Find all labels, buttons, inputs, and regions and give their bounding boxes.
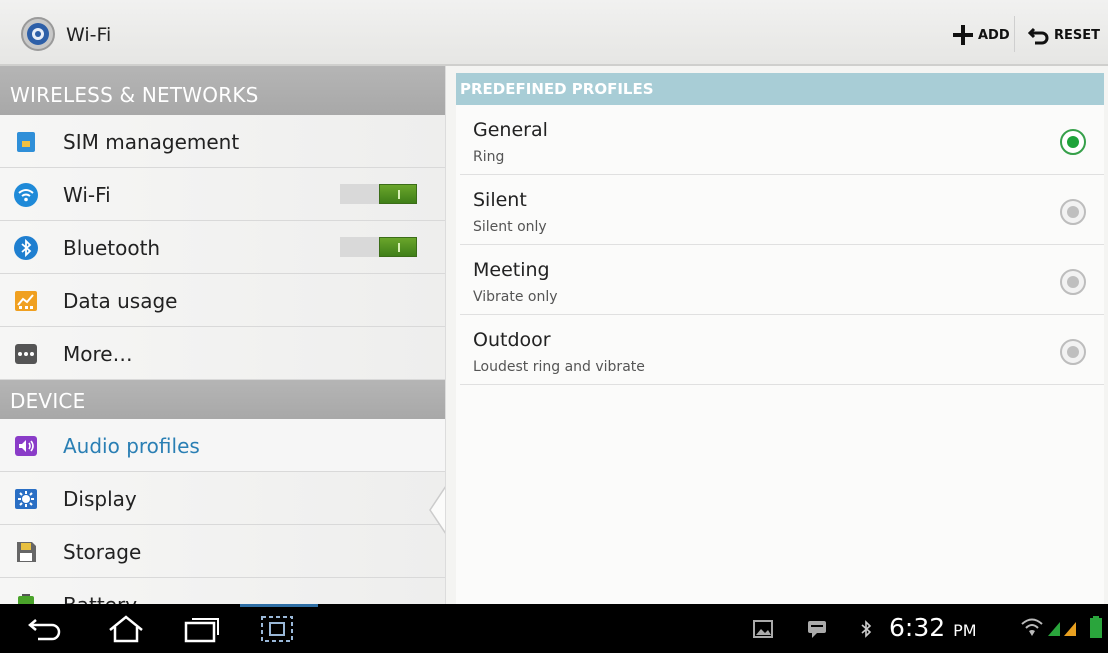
selection-pointer <box>429 486 445 534</box>
clock-time: 6:32 <box>889 613 946 642</box>
system-navigation-bar: 6:32 PM <box>0 604 1108 653</box>
profile-description: Vibrate only <box>473 289 558 305</box>
sidebar-item-storage[interactable]: Storage <box>0 525 445 578</box>
sidebar-item-label: Display <box>63 487 137 511</box>
section-header-device: DEVICE <box>0 380 445 419</box>
profile-radio[interactable] <box>1060 199 1086 225</box>
profile-description: Loudest ring and vibrate <box>473 359 645 375</box>
sidebar-item-label: Storage <box>63 540 142 564</box>
section-header-wireless: WIRELESS & NETWORKS <box>0 66 445 115</box>
add-label: ADD <box>978 27 1010 43</box>
sidebar-item-label: SIM management <box>63 130 240 154</box>
back-icon[interactable] <box>26 614 70 644</box>
audio-profiles-pane: PREDEFINED PROFILES General Ring Silent … <box>456 73 1104 604</box>
bluetooth-toggle[interactable] <box>340 237 417 257</box>
undo-icon <box>1028 27 1049 45</box>
sidebar-item-label: Bluetooth <box>63 236 161 260</box>
wifi-toggle[interactable] <box>340 184 417 204</box>
wifi-icon <box>14 183 38 207</box>
profile-description: Ring <box>473 149 505 165</box>
reset-button[interactable]: RESET <box>1028 20 1100 50</box>
sidebar-item-wifi[interactable]: Wi-Fi <box>0 168 445 221</box>
cell-signal-icon <box>1048 622 1076 636</box>
storage-icon <box>17 542 36 562</box>
profile-row-meeting[interactable]: Meeting Vibrate only <box>460 245 1104 315</box>
sim-card-icon <box>17 132 35 152</box>
profile-radio-selected[interactable] <box>1060 129 1086 155</box>
battery-status-icon <box>1090 616 1102 638</box>
sidebar-item-label: Battery <box>63 593 137 604</box>
battery-icon <box>18 594 34 604</box>
audio-profiles-icon <box>15 436 37 456</box>
add-button[interactable]: ADD <box>952 20 1010 50</box>
gallery-notification-icon[interactable] <box>752 619 774 639</box>
profile-row-outdoor[interactable]: Outdoor Loudest ring and vibrate <box>460 315 1104 385</box>
display-icon <box>15 489 37 509</box>
sidebar-item-bluetooth[interactable]: Bluetooth <box>0 221 445 274</box>
reset-label: RESET <box>1054 27 1101 43</box>
home-icon[interactable] <box>104 614 148 644</box>
status-clock: 6:32 PM <box>889 613 977 642</box>
page-title: Wi-Fi <box>66 24 112 46</box>
more-icon <box>15 344 37 364</box>
action-bar: Wi-Fi ADD RESET <box>0 0 1108 66</box>
sidebar-item-label: Data usage <box>63 289 178 313</box>
screenshot-icon[interactable] <box>258 614 302 644</box>
recent-highlight <box>240 604 318 607</box>
toggle-knob <box>379 184 417 204</box>
profile-name: Silent <box>473 189 527 211</box>
settings-screen: Wi-Fi ADD RESET WIRELESS & NETWORKS SIM <box>0 0 1108 653</box>
section-header-predefined-profiles: PREDEFINED PROFILES <box>456 73 1104 105</box>
profile-radio[interactable] <box>1060 339 1086 365</box>
actionbar-divider <box>1014 16 1015 52</box>
settings-app-icon[interactable] <box>20 16 56 52</box>
profile-row-silent[interactable]: Silent Silent only <box>460 175 1104 245</box>
recent-apps-icon[interactable] <box>180 614 224 644</box>
sidebar-item-display[interactable]: Display <box>0 472 445 525</box>
profile-radio[interactable] <box>1060 269 1086 295</box>
sidebar-item-label: More… <box>63 342 133 366</box>
clock-ampm: PM <box>953 621 977 640</box>
profile-row-general[interactable]: General Ring <box>460 105 1104 175</box>
sidebar-item-audio-profiles[interactable]: Audio profiles <box>0 419 445 472</box>
sidebar-item-battery[interactable]: Battery <box>0 578 445 604</box>
profile-name: General <box>473 119 548 141</box>
sidebar-item-data-usage[interactable]: Data usage <box>0 274 445 327</box>
message-notification-icon[interactable] <box>806 619 828 639</box>
bluetooth-status-icon <box>861 620 872 638</box>
plus-icon <box>953 25 973 45</box>
sidebar-item-label: Audio profiles <box>63 434 200 458</box>
profile-name: Outdoor <box>473 329 551 351</box>
bluetooth-icon <box>14 236 38 260</box>
sidebar-item-more[interactable]: More… <box>0 327 445 380</box>
profile-name: Meeting <box>473 259 550 281</box>
toggle-knob <box>379 237 417 257</box>
wifi-signal-icon <box>1021 618 1043 636</box>
sidebar-item-label: Wi-Fi <box>63 183 111 207</box>
data-usage-icon <box>15 291 37 311</box>
profile-description: Silent only <box>473 219 547 235</box>
settings-list-pane: WIRELESS & NETWORKS SIM management Wi-Fi <box>0 66 446 604</box>
sidebar-item-sim-management[interactable]: SIM management <box>0 115 445 168</box>
